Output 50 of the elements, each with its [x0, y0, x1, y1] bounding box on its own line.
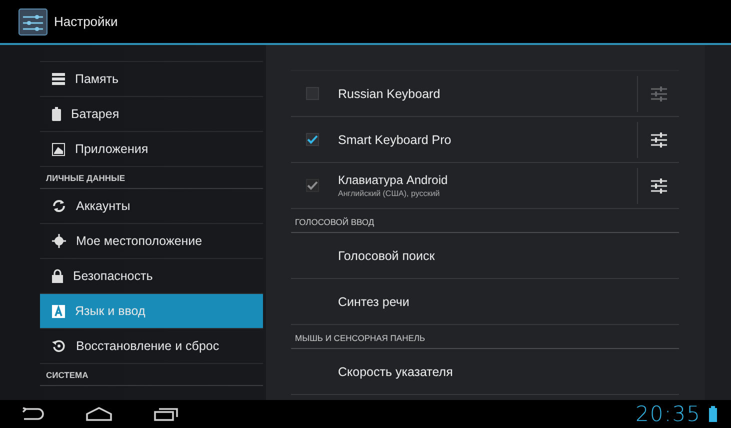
location-icon	[52, 234, 66, 248]
restore-icon	[52, 339, 66, 353]
row-title: Синтез речи	[338, 294, 410, 308]
input-method-row[interactable]: Russian Keyboard	[291, 71, 679, 117]
sync-icon	[52, 199, 66, 213]
lock-icon	[52, 269, 63, 283]
section-header: МЫШЬ И СЕНСОРНАЯ ПАНЕЛЬ	[291, 325, 679, 349]
input-method-row[interactable]: Smart Keyboard Pro	[291, 117, 679, 163]
battery-icon	[52, 107, 61, 121]
sidebar-header: СИСТЕМА	[40, 364, 263, 386]
back-button[interactable]	[20, 407, 44, 421]
battery-icon	[709, 406, 717, 422]
row-title: Клавиатура Android	[338, 173, 449, 187]
settings-row[interactable]: Голосовой поиск	[291, 233, 679, 279]
storage-icon	[52, 73, 65, 85]
sidebar-item-label: Безопасность	[73, 269, 153, 283]
sidebar-item-label: Память	[75, 72, 119, 86]
sidebar-header: ЛИЧНЫЕ ДАННЫЕ	[40, 167, 263, 189]
row-title: Скорость указателя	[338, 364, 454, 378]
apps-icon	[52, 142, 65, 156]
row-subtitle: Английский (США), русский	[338, 189, 441, 198]
sidebar-item-label: Язык и ввод	[75, 304, 146, 318]
sidebar-item-label: Аккаунты	[76, 199, 130, 213]
sidebar-item[interactable]: Восстановление и сброс	[40, 329, 263, 364]
action-bar-title: Настройки	[54, 14, 118, 29]
settings-row[interactable]: Скорость указателя	[291, 349, 679, 395]
home-button[interactable]	[86, 407, 112, 421]
row-title: Smart Keyboard Pro	[338, 132, 452, 146]
keyboard-letter-icon	[52, 304, 65, 318]
settings-sliders-icon	[650, 132, 666, 148]
row-title: Russian Keyboard	[338, 86, 442, 100]
recent-apps-button[interactable]	[154, 407, 178, 421]
checkbox[interactable]	[306, 87, 319, 100]
sidebar-item-label: Мое местоположение	[76, 234, 202, 248]
clock: 20:35	[635, 402, 701, 426]
settings-sliders-icon	[650, 178, 666, 194]
sidebar-item[interactable]: Батарея	[40, 97, 263, 132]
sidebar-item[interactable]: Память	[40, 62, 263, 97]
sidebar-item-label: Батарея	[71, 107, 120, 121]
sidebar-item[interactable]: Аккаунты	[40, 189, 263, 224]
section-header: ГОЛОСОВОЙ ВВОД	[291, 209, 679, 233]
sidebar-item-label: Восстановление и сброс	[76, 339, 220, 353]
sidebar-item[interactable]: Приложения	[40, 132, 263, 167]
row-title: Голосовой поиск	[338, 248, 436, 262]
settings-app-icon[interactable]	[18, 8, 48, 36]
sidebar-item-label: Приложения	[75, 142, 148, 156]
sidebar-item[interactable]: Мое местоположение	[40, 224, 263, 259]
settings-row[interactable]: Синтез речи	[291, 279, 679, 325]
settings-sliders-icon	[650, 86, 666, 102]
checkbox[interactable]	[306, 133, 319, 146]
